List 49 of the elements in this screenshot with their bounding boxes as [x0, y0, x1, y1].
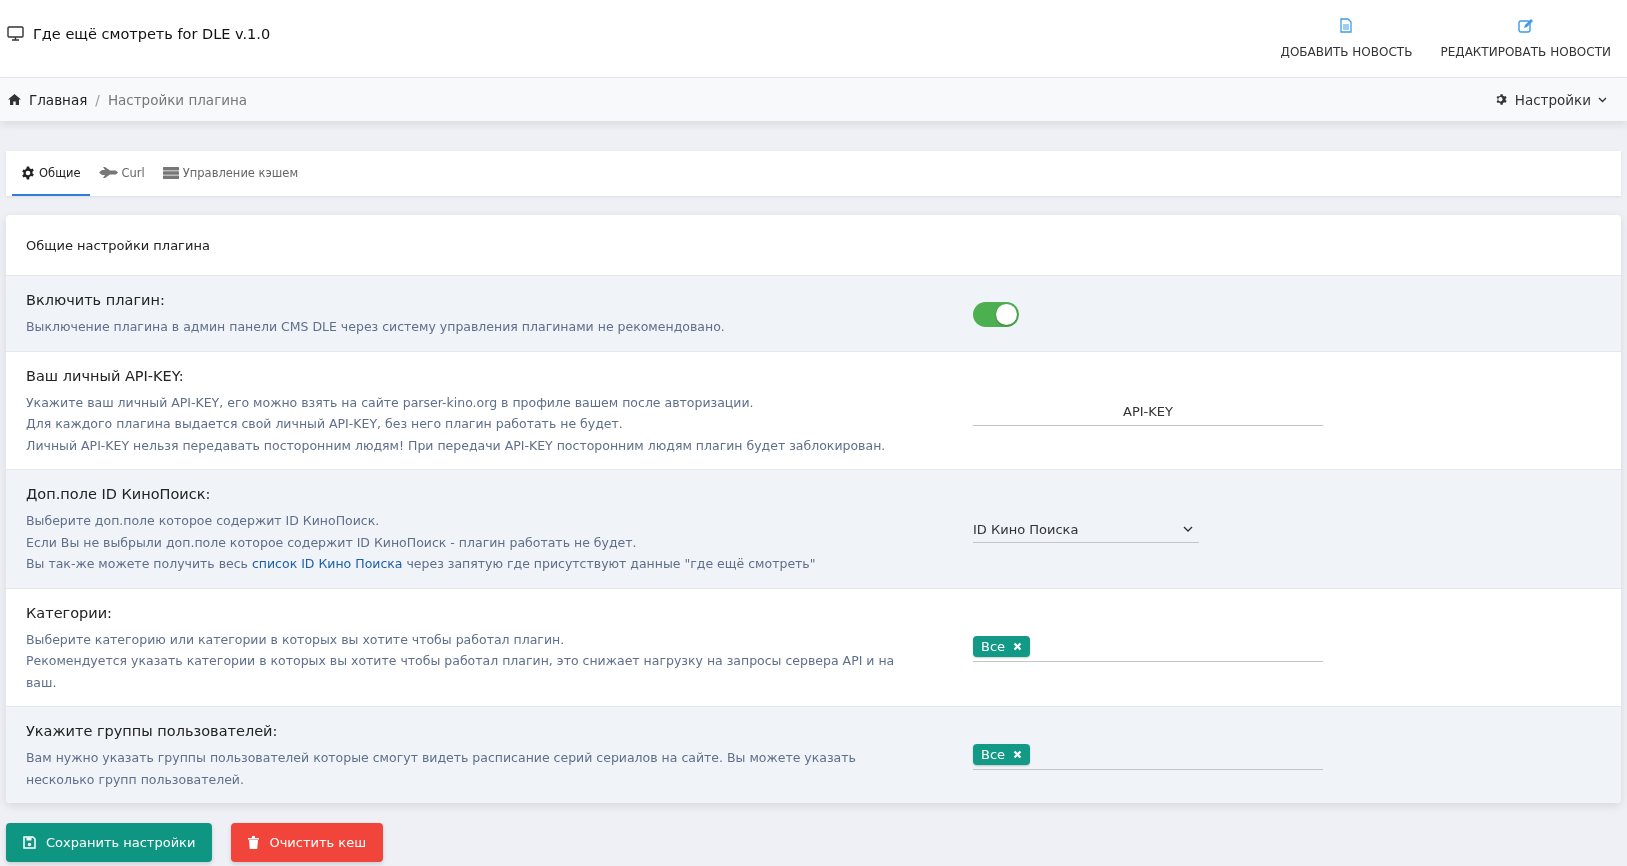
setting-description: Вы так-же можете получить весь список ID Кино Поиска через запятую где присутствуют данные "где ещё смотреть"	[26, 555, 817, 573]
api-key-field[interactable]: API-KEY	[973, 397, 1323, 426]
remove-icon[interactable]	[1013, 749, 1023, 759]
edit-icon	[1517, 18, 1534, 33]
chevron-down-icon	[1598, 96, 1607, 103]
setting-label: Укажите группы пользователей:	[26, 723, 279, 739]
setting-label: Категории:	[26, 604, 113, 621]
tag-input-field[interactable]: Все	[973, 743, 1323, 770]
setting-label: Доп.поле ID КиноПоиск:	[26, 486, 212, 502]
breadcrumb-link[interactable]: Главная	[29, 91, 88, 108]
header-action-link[interactable]: ДОБАВИТЬ НОВОСТЬ	[1278, 0, 1415, 77]
setting-description: Вам нужно указать группы пользователей которые смогут видеть расписание серий сериалов на сайте. Вы можете указать несколько групп пользователей.	[26, 749, 857, 789]
gear-icon	[21, 165, 35, 180]
server-icon	[162, 166, 179, 179]
setting-description: Выключение плагина в админ панели CMS DLE через систему управления плагинами не рекомендовано.	[26, 318, 726, 336]
kinopoisk-list-link[interactable]: список ID Кино Поиска	[251, 556, 403, 571]
remove-icon[interactable]	[1013, 641, 1023, 651]
setting-description: Рекомендуется указать категории в которых вы хотите чтобы работал плагин, это снижает нагрузку на запросы сервера API и на ваш.	[26, 652, 896, 692]
card-title: Общие настройки плагина	[25, 236, 211, 255]
setting-description: Выберите доп.поле которое содержит ID КиноПоиск.	[26, 512, 381, 530]
breadcrumb-current: Настройки плагина	[107, 91, 248, 108]
setting-label: Включить плагин:	[26, 292, 166, 308]
tag-chip: Все	[973, 743, 1031, 765]
tab[interactable]: Управление кэшем	[153, 151, 308, 196]
document-icon	[1340, 18, 1353, 33]
trash-icon	[248, 836, 260, 849]
jet-icon	[98, 167, 118, 178]
gear-icon	[1494, 93, 1508, 106]
home-icon	[8, 94, 21, 105]
tag-input-field[interactable]: Все	[973, 635, 1323, 662]
setting-description: Выберите категорию или категории в которых вы хотите чтобы работал плагин.	[26, 630, 566, 649]
tab[interactable]: Curl	[89, 151, 154, 196]
clear-cache-button[interactable]: Очистить кеш	[231, 823, 384, 862]
setting-description: Если Вы не выбрыли доп.поле которое содержит ID КиноПоиск - плагин работать не будет.	[26, 533, 638, 552]
monitor-icon	[7, 26, 24, 41]
setting-description: Для каждого плагина выдается свой личный API-KEY, без него плагин работать не будет.	[26, 415, 624, 433]
save-settings-button[interactable]: Сохранить настройки	[6, 823, 213, 862]
app-title: Где ещё смотреть for DLE v.1.0	[33, 25, 271, 42]
header-action-link[interactable]: РЕДАКТИРОВАТЬ НОВОСТИ	[1438, 0, 1613, 77]
tag-chip: Все	[973, 635, 1031, 657]
toggle-switch[interactable]	[973, 302, 1019, 328]
dropdown-select[interactable]: ID Кино Поиска	[973, 517, 1199, 543]
tab[interactable]: Общие	[12, 151, 90, 196]
setting-label: Ваш личный API-KEY:	[26, 367, 185, 384]
breadcrumb-separator: /	[95, 91, 100, 108]
setting-description: Укажите ваш личный API-KEY, его можно взять на сайте parser-kino.org в профиле вашем после авторизации.	[26, 393, 755, 412]
setting-description: Личный API-KEY нельзя передавать посторонним людям! При передачи API-KEY посторонним людям плагин будет заблокирован.	[26, 436, 887, 455]
settings-menu-button[interactable]: Настройки	[1488, 90, 1613, 109]
chevron-down-icon	[1183, 526, 1193, 533]
